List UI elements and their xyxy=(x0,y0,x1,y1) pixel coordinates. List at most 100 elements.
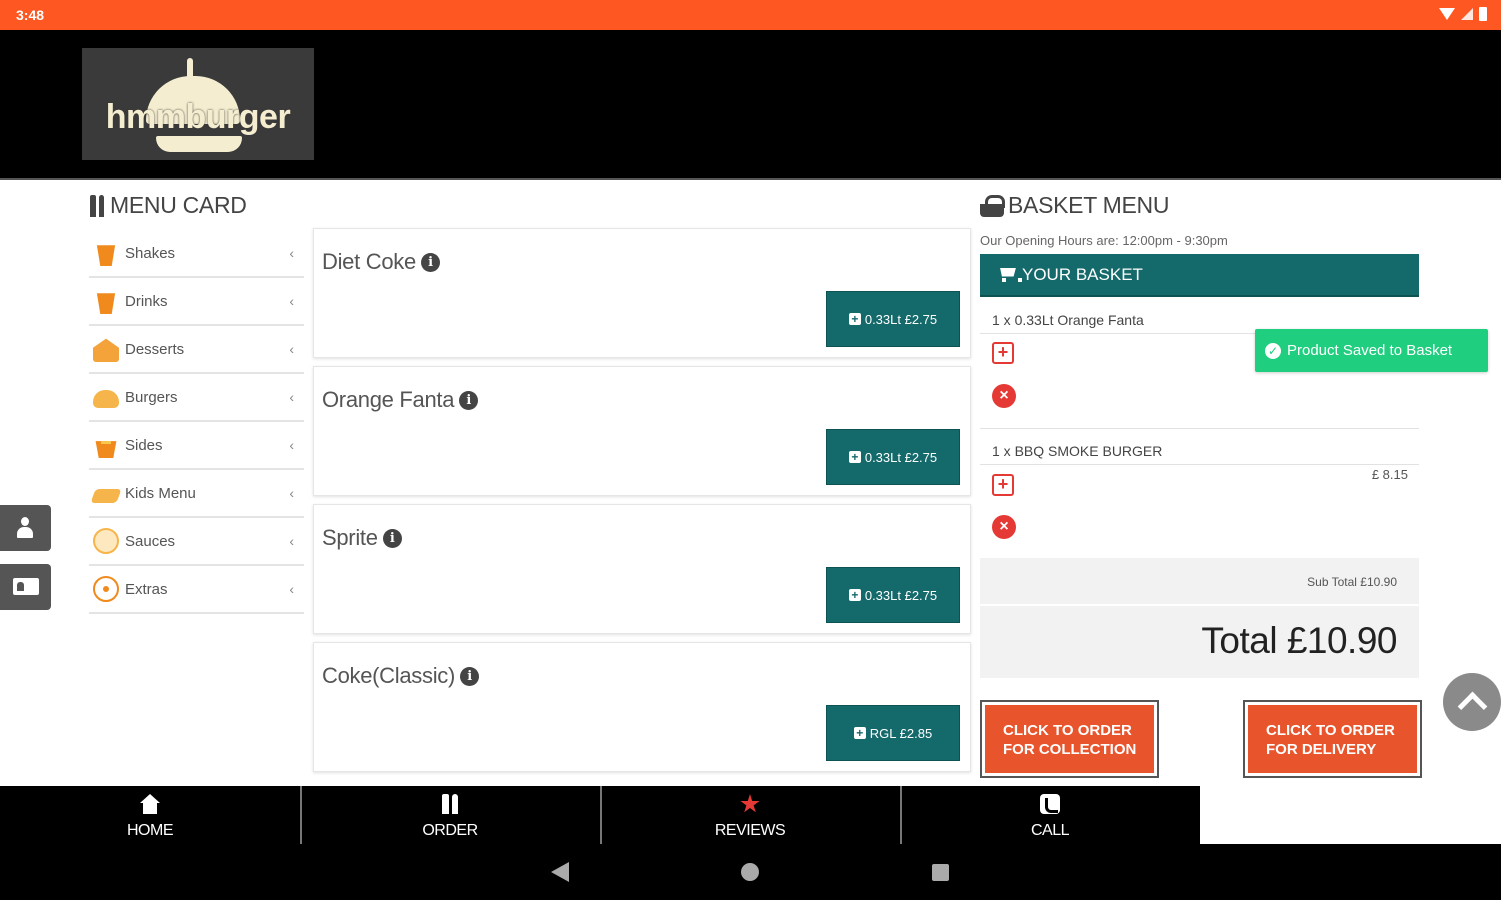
plus-icon: + xyxy=(848,589,861,601)
signal-icon xyxy=(1461,8,1473,20)
plus-icon: + xyxy=(848,451,861,463)
chevron-left-icon: ‹ xyxy=(289,245,294,261)
chevron-left-icon: ‹ xyxy=(289,581,294,597)
category-label: Desserts xyxy=(125,340,185,358)
product-card-orange-fanta: Orange Fanta i + 0.33Lt £2.75 xyxy=(313,366,971,496)
chevron-left-icon: ‹ xyxy=(289,389,294,405)
menu-card-title-text: MENU CARD xyxy=(110,192,247,218)
info-icon[interactable]: i xyxy=(382,528,402,548)
logo-bun-bottom xyxy=(156,136,242,152)
product-name-text: Sprite xyxy=(322,525,378,550)
info-icon[interactable]: i xyxy=(459,390,479,410)
add-button-label: 0.33Lt £2.75 xyxy=(864,311,938,327)
category-item-kids-menu[interactable]: Kids Menu ‹ xyxy=(89,470,304,518)
phone-icon xyxy=(1040,794,1060,814)
chevron-left-icon: ‹ xyxy=(289,341,294,357)
drink-icon xyxy=(96,293,116,314)
menu-card-title: MENU CARD xyxy=(88,192,247,219)
remove-item-button[interactable]: × xyxy=(992,515,1016,539)
category-item-sauces[interactable]: Sauces ‹ xyxy=(89,518,304,566)
increase-quantity-button[interactable]: + xyxy=(992,474,1014,496)
fries-icon xyxy=(95,441,117,458)
basket-menu-title-text: BASKET MENU xyxy=(1008,192,1170,218)
nav-item-home[interactable]: HOME xyxy=(0,786,300,844)
nav-label: HOME xyxy=(127,822,174,839)
product-name-text: Diet Coke xyxy=(322,249,416,274)
opening-hours: Our Opening Hours are: 12:00pm - 9:30pm xyxy=(980,233,1228,248)
chevron-left-icon: ‹ xyxy=(289,293,294,309)
nav-label: CALL xyxy=(1030,822,1070,839)
category-label: Burgers xyxy=(125,388,178,406)
nav-item-order[interactable]: ORDER xyxy=(300,786,600,844)
cart-icon xyxy=(998,268,1022,282)
star-icon xyxy=(740,794,760,813)
check-circle-icon: ✓ xyxy=(1265,342,1281,359)
divider xyxy=(980,428,1419,429)
info-icon[interactable]: i xyxy=(420,252,440,272)
category-item-desserts[interactable]: Desserts ‹ xyxy=(89,326,304,374)
chevron-left-icon: ‹ xyxy=(289,437,294,453)
plus-icon: + xyxy=(848,313,861,325)
basket-icon xyxy=(980,194,1005,217)
category-item-shakes[interactable]: Shakes ‹ xyxy=(89,230,304,278)
add-to-basket-button[interactable]: + 0.33Lt £2.75 xyxy=(826,567,960,623)
divider xyxy=(980,464,1419,465)
category-item-burgers[interactable]: Burgers ‹ xyxy=(89,374,304,422)
system-icons xyxy=(1439,7,1487,21)
increase-quantity-button[interactable]: + xyxy=(992,342,1014,364)
extras-icon xyxy=(93,576,119,602)
your-basket-label: YOUR BASKET xyxy=(1022,264,1143,284)
product-name-text: Orange Fanta xyxy=(322,387,455,412)
basket-menu-title: BASKET MENU xyxy=(980,192,1169,219)
product-name: Orange Fanta i xyxy=(322,387,479,413)
wifi-icon xyxy=(1439,8,1455,20)
product-card-coke-classic: Coke(Classic) i + RGL £2.85 xyxy=(313,642,971,772)
nav-label: ORDER xyxy=(422,822,478,839)
contact-card-button[interactable] xyxy=(0,564,51,610)
brand-logo[interactable]: hmmburger xyxy=(82,48,314,160)
plus-icon: + xyxy=(853,727,866,739)
product-name-text: Coke(Classic) xyxy=(322,663,456,688)
remove-item-button[interactable]: × xyxy=(992,384,1016,408)
account-button[interactable] xyxy=(0,505,51,551)
home-circle-icon[interactable] xyxy=(741,863,759,881)
scroll-to-top-button[interactable] xyxy=(1443,673,1501,731)
nav-item-reviews[interactable]: REVIEWS xyxy=(600,786,900,844)
add-to-basket-button[interactable]: + 0.33Lt £2.75 xyxy=(826,429,960,485)
bottom-nav: HOME ORDER REVIEWS CALL xyxy=(0,786,1200,844)
add-to-basket-button[interactable]: + RGL £2.85 xyxy=(826,705,960,761)
app-header: hmmburger xyxy=(0,30,1501,180)
shake-icon xyxy=(96,245,116,266)
add-button-label: 0.33Lt £2.75 xyxy=(864,587,938,603)
recent-apps-icon[interactable] xyxy=(932,864,949,881)
category-label: Kids Menu xyxy=(125,484,196,502)
order-collection-button[interactable]: CLICK TO ORDER FOR COLLECTION xyxy=(980,700,1159,778)
category-item-sides[interactable]: Sides ‹ xyxy=(89,422,304,470)
nav-item-call[interactable]: CALL xyxy=(900,786,1200,844)
category-list: Shakes ‹ Drinks ‹ Desserts ‹ Burgers ‹ S… xyxy=(89,230,304,614)
toast-message: Product Saved to Basket xyxy=(1287,342,1453,359)
order-delivery-button[interactable]: CLICK TO ORDER FOR DELIVERY xyxy=(1243,700,1422,778)
chevron-left-icon: ‹ xyxy=(289,485,294,501)
add-to-basket-button[interactable]: + 0.33Lt £2.75 xyxy=(826,291,960,347)
product-name: Coke(Classic) i xyxy=(322,663,480,689)
category-label: Drinks xyxy=(125,292,168,310)
battery-icon xyxy=(1479,7,1487,21)
basket-item-price: £ 8.15 xyxy=(1371,467,1408,482)
info-icon[interactable]: i xyxy=(460,666,480,686)
subtotal: Sub Total £10.90 xyxy=(980,558,1419,604)
category-item-extras[interactable]: Extras ‹ xyxy=(89,566,304,614)
total: Total £10.90 xyxy=(980,606,1419,678)
category-label: Sauces xyxy=(125,532,176,550)
home-icon xyxy=(140,794,160,814)
category-label: Shakes xyxy=(125,244,176,262)
product-name: Diet Coke i xyxy=(322,249,440,275)
product-name: Sprite i xyxy=(322,525,402,551)
sauce-icon xyxy=(93,528,119,554)
cake-icon xyxy=(93,338,119,362)
category-item-drinks[interactable]: Drinks ‹ xyxy=(89,278,304,326)
cutlery-icon xyxy=(440,794,460,814)
nav-spacer xyxy=(1200,786,1501,844)
status-bar: 3:48 xyxy=(0,0,1501,30)
basket-item-name: 1 x BBQ SMOKE BURGER xyxy=(992,443,1163,459)
